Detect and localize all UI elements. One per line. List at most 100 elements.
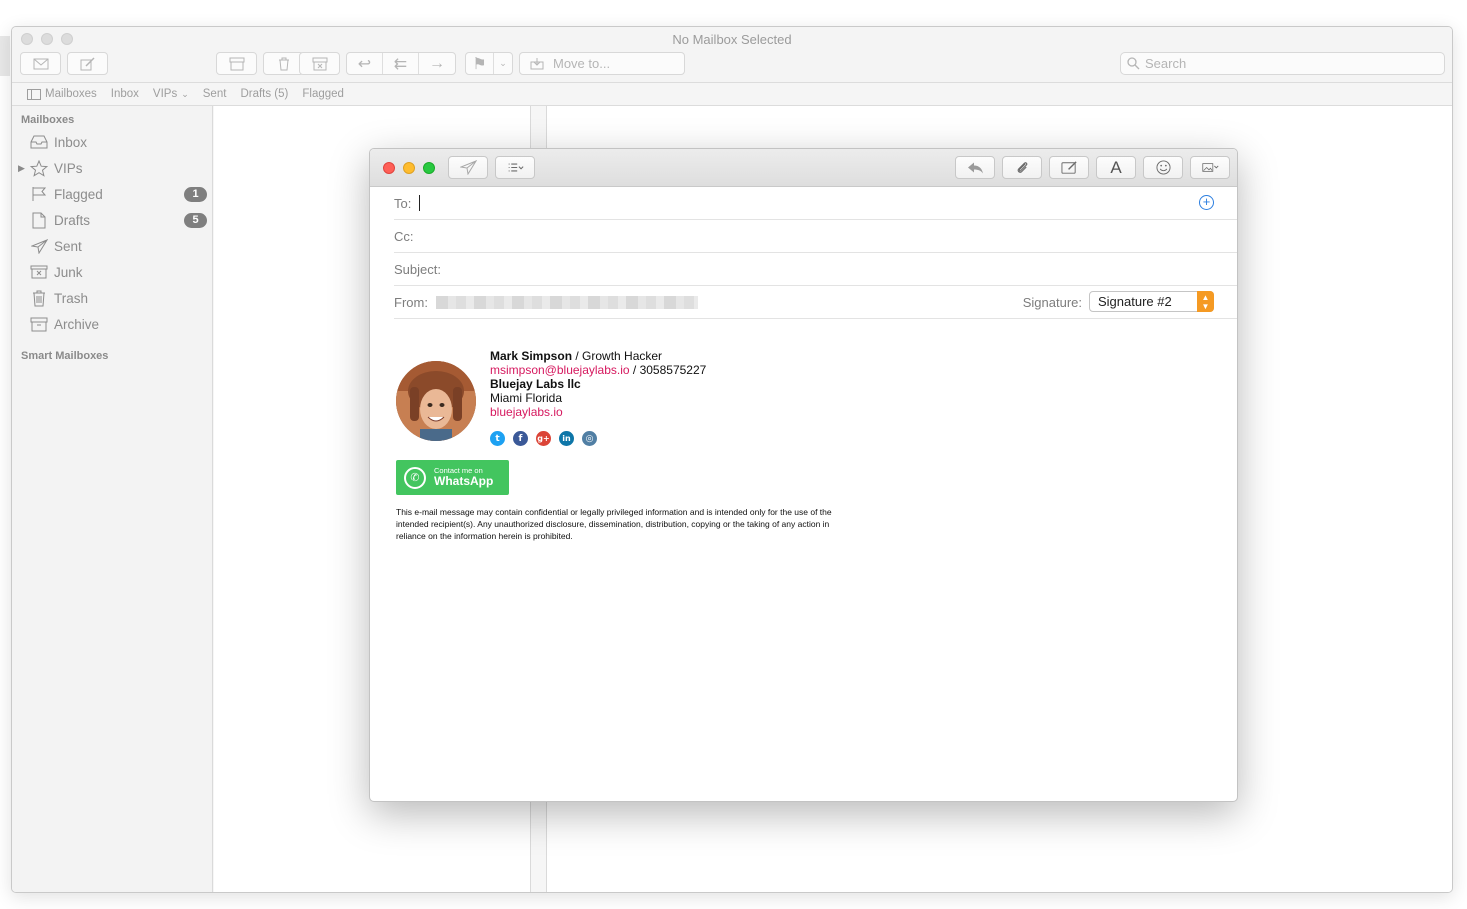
move-to-button[interactable]: Move to... (519, 52, 685, 75)
favorite-mailboxes[interactable]: Mailboxes (27, 88, 97, 100)
trash-icon (29, 289, 49, 307)
smiley-icon (1155, 160, 1171, 175)
add-contact-icon[interactable]: + (1199, 195, 1214, 210)
markup-button[interactable] (1049, 156, 1089, 179)
reply-icon: ↩ (357, 55, 372, 73)
favorite-sent[interactable]: Sent (203, 88, 227, 100)
signature-label: Signature: (1022, 295, 1082, 310)
signature-select[interactable]: Signature #2 ▲ ▼ (1089, 291, 1214, 312)
compose-minimize-button[interactable] (403, 162, 415, 174)
background-window-edge (0, 36, 10, 76)
sidebar-item-inbox[interactable]: Inbox (12, 130, 213, 154)
reply-group: ↩ ⇇ → (346, 52, 456, 75)
photo-icon (1201, 163, 1219, 172)
from-label: From: (394, 294, 428, 310)
google-plus-icon[interactable]: g+ (536, 431, 551, 446)
sidebar-item-drafts[interactable]: Drafts 5 (12, 208, 213, 232)
disclosure-triangle-icon[interactable]: ▶ (18, 163, 25, 174)
compose-zoom-button[interactable] (423, 162, 435, 174)
sidebar-item-vips[interactable]: ▶ VIPs (12, 156, 213, 180)
twitter-icon[interactable]: t (490, 431, 505, 446)
photo-browser-button[interactable] (1190, 156, 1230, 179)
whatsapp-contact-button[interactable]: ✆ Contact me on WhatsApp (396, 460, 509, 495)
get-mail-button[interactable] (20, 52, 61, 75)
trash-icon (278, 57, 289, 70)
cc-field-row: Cc: (394, 220, 1237, 253)
send-button[interactable] (448, 156, 488, 179)
favorite-label: Drafts (5) (240, 88, 289, 100)
subject-field-row: Subject: (394, 253, 1237, 286)
linkedin-icon[interactable]: in (559, 431, 574, 446)
move-to-label: Move to... (553, 56, 611, 71)
favorite-vips[interactable]: VIPs ⌄ (153, 88, 189, 100)
cc-label: Cc: (394, 228, 414, 244)
emoji-button[interactable] (1143, 156, 1183, 179)
forward-icon: → (429, 54, 445, 72)
inbox-icon (29, 133, 49, 151)
avatar (396, 361, 476, 441)
whatsapp-line2: WhatsApp (434, 474, 494, 488)
sidebar-item-label: Flagged (54, 186, 103, 202)
subject-input[interactable] (446, 261, 1237, 277)
forward-button[interactable]: → (419, 53, 455, 74)
whatsapp-icon: ✆ (404, 466, 426, 489)
compose-button[interactable] (67, 52, 108, 75)
header-fields-button[interactable] (495, 156, 535, 179)
move-to-icon (530, 57, 544, 69)
flag-icon (29, 185, 49, 203)
junk-button[interactable] (299, 52, 340, 75)
sidebar: Mailboxes Inbox ▶ VIPs Flagged 1 Drafts … (12, 106, 213, 892)
search-field[interactable]: Search (1120, 52, 1445, 75)
paper-plane-icon (459, 160, 477, 175)
reply-all-icon: ⇇ (393, 55, 408, 73)
reply-button[interactable]: ↩ (347, 53, 383, 74)
markup-icon (1060, 161, 1077, 174)
sidebar-item-sent[interactable]: Sent (12, 234, 213, 258)
sidebar-item-archive[interactable]: Archive (12, 312, 213, 336)
favorite-flagged[interactable]: Flagged (302, 88, 344, 100)
favorite-label: VIPs (152, 88, 178, 100)
sidebar-item-flagged[interactable]: Flagged 1 (12, 182, 213, 206)
window-title: No Mailbox Selected (672, 32, 792, 47)
delete-button[interactable] (263, 52, 304, 75)
sidebar-item-junk[interactable]: Junk (12, 260, 213, 284)
social-links: t f g+ in ◎ (490, 431, 597, 446)
favorite-label: Sent (202, 88, 227, 100)
sidebar-item-trash[interactable]: Trash (12, 286, 213, 310)
to-input[interactable] (426, 195, 1237, 211)
favorite-drafts[interactable]: Drafts (5) (240, 88, 288, 100)
attach-button[interactable] (1002, 156, 1042, 179)
search-placeholder: Search (1145, 56, 1187, 71)
signature-name: Mark Simpson (490, 349, 573, 363)
sidebar-item-label: VIPs (54, 160, 83, 176)
flag-menu-button[interactable]: ⌄ (494, 53, 512, 74)
unread-badge: 1 (184, 186, 207, 202)
reply-button[interactable] (955, 156, 995, 179)
font-icon: A (1110, 157, 1122, 177)
signature-email-link[interactable]: msimpson@bluejaylabs.io (490, 363, 630, 377)
sidebar-icon (27, 88, 41, 100)
signature-website-link[interactable]: bluejaylabs.io (490, 405, 706, 419)
compose-close-button[interactable] (383, 162, 395, 174)
titlebar: No Mailbox Selected ↩ ⇇ → ⚑ ⌄ Move to... (12, 27, 1452, 82)
junk-icon (312, 57, 327, 70)
sidebar-item-label: Sent (54, 238, 82, 254)
sidebar-item-label: Drafts (54, 212, 91, 228)
unread-badge: 5 (184, 212, 207, 228)
reply-all-button[interactable]: ⇇ (383, 53, 419, 74)
archive-button[interactable] (216, 52, 257, 75)
signature-location: Miami Florida (490, 391, 563, 405)
smart-mailboxes-heading[interactable]: Smart Mailboxes (21, 350, 108, 362)
flag-button[interactable]: ⚑ (466, 53, 494, 74)
instagram-icon[interactable]: ◎ (582, 431, 597, 446)
favorite-label: Mailboxes (45, 88, 97, 100)
format-button[interactable]: A (1096, 156, 1136, 179)
signature-role: / Growth Hacker (572, 349, 663, 363)
facebook-icon[interactable]: f (513, 431, 528, 446)
to-label: To: (394, 195, 412, 211)
favorite-inbox[interactable]: Inbox (111, 88, 139, 100)
cc-input[interactable] (419, 228, 1237, 244)
paper-plane-icon (29, 237, 49, 255)
from-account-select[interactable] (435, 295, 698, 309)
junk-icon (29, 263, 49, 281)
